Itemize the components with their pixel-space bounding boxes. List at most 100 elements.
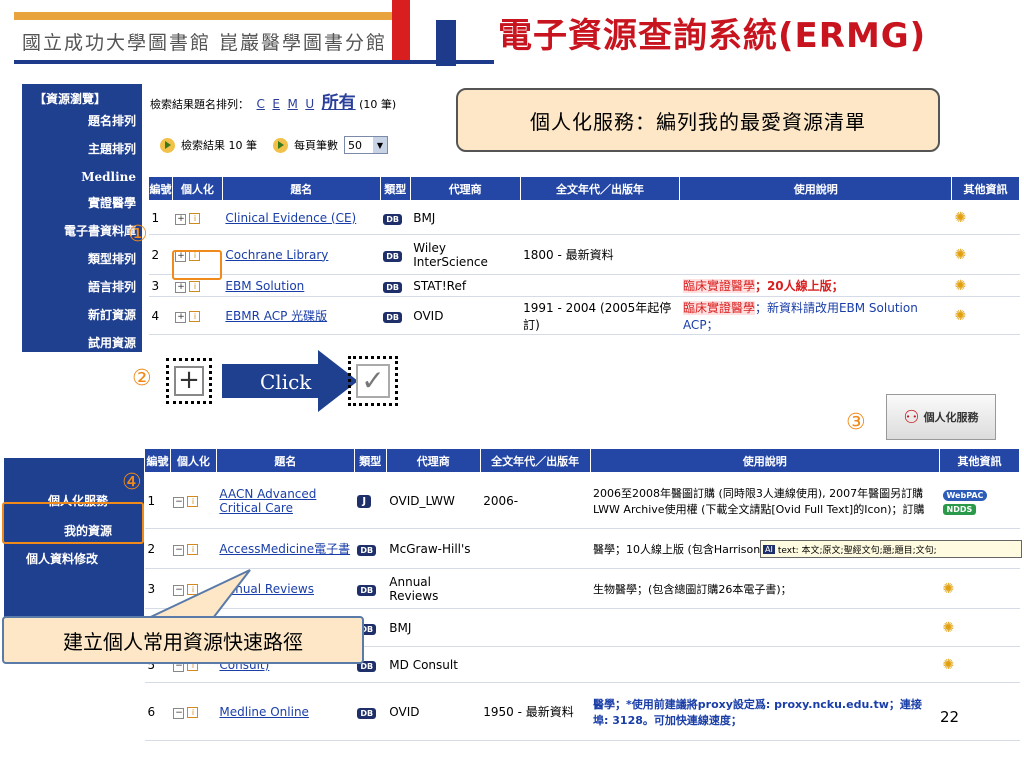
sidebar-item-ebm[interactable]: 實證醫學: [88, 194, 136, 211]
system-title: 電子資源查詢系統(ERMG): [498, 16, 927, 56]
sun-icon[interactable]: ✺: [955, 308, 967, 324]
years: [480, 646, 591, 683]
sidebar-item-medline[interactable]: Medline: [81, 170, 136, 184]
database-icon: DB: [383, 311, 402, 323]
table-row: 6 − i Medline Online DB OVID 1950 - 最新資料 …: [144, 682, 1020, 741]
step-number-3: ③: [846, 410, 866, 435]
sidebar-item-subject[interactable]: 主題排列: [88, 140, 136, 157]
tooltip: AI text: 本文;原文;聖經文句;題;題目;文句;: [760, 540, 1022, 558]
sort-letter-u[interactable]: U: [305, 97, 314, 111]
col-other: 其他資訊: [939, 448, 1020, 473]
info-icon[interactable]: i: [187, 707, 199, 718]
database-icon: DB: [383, 281, 402, 293]
personal-cell: −i: [170, 682, 217, 741]
plus-icon[interactable]: +: [175, 214, 187, 225]
table-row: 2 + i Cochrane Library DB Wiley InterScie…: [148, 234, 1020, 275]
sun-icon[interactable]: ✺: [943, 620, 955, 636]
row-no: 1: [144, 472, 171, 529]
vendor: Wiley InterScience: [410, 234, 521, 275]
sun-icon[interactable]: ✺: [943, 581, 955, 597]
ndds-icon[interactable]: NDDS: [942, 503, 977, 515]
database-icon: DB: [357, 584, 377, 596]
click-arrow-icon: Click: [222, 350, 358, 412]
click-label: Click: [260, 370, 312, 394]
info-icon[interactable]: i: [189, 311, 201, 322]
notes: [679, 234, 952, 275]
notes: [590, 646, 940, 683]
sun-icon[interactable]: ✺: [943, 657, 955, 673]
table-header-row: 編號 個人化 題名 類型 代理商 全文年代／出版年 使用說明 其他資訊: [144, 448, 1020, 473]
col-personal: 個人化: [169, 448, 217, 473]
sun-icon[interactable]: ✺: [955, 247, 967, 263]
personal-cell: −i: [170, 528, 217, 569]
years: [480, 608, 591, 647]
notes: 生物醫學；(包含總圖訂購26本電子書)；: [590, 568, 940, 609]
resource-link[interactable]: AACN Advanced Critical Care: [219, 487, 316, 515]
database-icon: DB: [357, 544, 377, 556]
sidebar-item-new[interactable]: 新訂資源: [88, 306, 136, 323]
resource-link[interactable]: Cochrane Library: [225, 248, 328, 262]
plus-icon[interactable]: +: [175, 312, 187, 323]
minus-icon[interactable]: −: [173, 708, 185, 719]
sidebar-item-profile[interactable]: 個人資料修改: [26, 550, 98, 567]
sidebar-item-trial[interactable]: 試用資源: [88, 334, 136, 351]
resource-link[interactable]: AccessMedicine電子書: [219, 542, 350, 556]
col-vendor: 代理商: [385, 448, 481, 473]
sidebar-item-language[interactable]: 語言排列: [88, 278, 136, 295]
minus-icon[interactable]: −: [173, 545, 185, 556]
col-title[interactable]: 題名: [221, 176, 381, 201]
info-icon[interactable]: i: [187, 496, 199, 507]
sidebar-item-title[interactable]: 題名排列: [88, 112, 136, 129]
database-icon: DB: [383, 213, 402, 225]
info-icon[interactable]: i: [189, 213, 201, 224]
row-no: 4: [148, 296, 173, 335]
webpac-icon[interactable]: WebPAC: [942, 489, 988, 501]
col-years: 全文年代／出版年: [519, 176, 681, 201]
sun-icon[interactable]: ✺: [955, 210, 967, 226]
tooltip-text: text: 本文;原文;聖經文句;題;題目;文句;: [777, 545, 937, 556]
years: 1800 - 最新資料: [520, 234, 680, 275]
per-page-select[interactable]: 50 ▼: [344, 136, 388, 154]
library-name: 國立成功大學圖書館 崑巖醫學圖書分館: [22, 32, 388, 54]
sort-letter-e[interactable]: E: [272, 97, 280, 111]
years: 2006-: [480, 472, 591, 529]
col-title[interactable]: 題名: [215, 448, 355, 473]
years: [480, 568, 591, 609]
years: 1950 - 最新資料: [480, 682, 591, 741]
table-row: 1 − i AACN Advanced Critical Care J OVID_…: [144, 472, 1020, 529]
resource-link[interactable]: EBMR ACP 光碟版: [225, 309, 327, 323]
vendor: BMJ: [386, 608, 481, 647]
add-to-favorites-demo: +: [166, 358, 212, 404]
vendor: STAT!Ref: [410, 274, 521, 297]
info-icon[interactable]: i: [187, 544, 199, 555]
chevron-down-icon: ▼: [373, 137, 387, 153]
sort-all-link[interactable]: 所有: [322, 93, 356, 113]
sun-icon[interactable]: ✺: [955, 278, 967, 294]
info-icon[interactable]: i: [189, 281, 201, 292]
header: 國立成功大學圖書館 崑巖醫學圖書分館 電子資源查詢系統(ERMG): [0, 0, 1024, 66]
resource-link[interactable]: Clinical Evidence (CE): [225, 211, 356, 225]
note-text: ；20人線上版；: [754, 279, 844, 293]
years: [480, 528, 591, 569]
plus-icon: +: [174, 366, 204, 396]
table-row: 4 + i EBMR ACP 光碟版 DB OVID 1991 - 2004 (2…: [148, 296, 1020, 335]
sort-letter-m[interactable]: M: [287, 97, 297, 111]
personal-service-label: 個人化服務: [923, 411, 979, 424]
resource-link[interactable]: Medline Online: [219, 705, 309, 719]
years: [520, 200, 680, 235]
personal-cell: + i: [172, 200, 223, 235]
sort-letter-c[interactable]: C: [257, 97, 265, 111]
personal-service-button[interactable]: ⚇ 個人化服務: [886, 394, 996, 440]
vendor: OVID_LWW: [386, 472, 481, 529]
sidebar-item-ebook[interactable]: 電子書資料庫: [64, 222, 136, 239]
col-type: 類型: [379, 176, 411, 201]
notes: [679, 200, 952, 235]
sidebar-item-type[interactable]: 類型排列: [88, 250, 136, 267]
plus-icon[interactable]: +: [175, 282, 187, 293]
minus-icon[interactable]: −: [173, 497, 185, 508]
col-notes: 使用說明: [679, 176, 953, 201]
resource-link[interactable]: EBM Solution: [225, 279, 304, 293]
vendor: Annual Reviews: [386, 568, 481, 609]
check-icon: ✓: [356, 364, 390, 398]
notes: 醫學；*使用前建議將proxy設定爲: proxy.ncku.edu.tw；連接…: [590, 682, 940, 741]
